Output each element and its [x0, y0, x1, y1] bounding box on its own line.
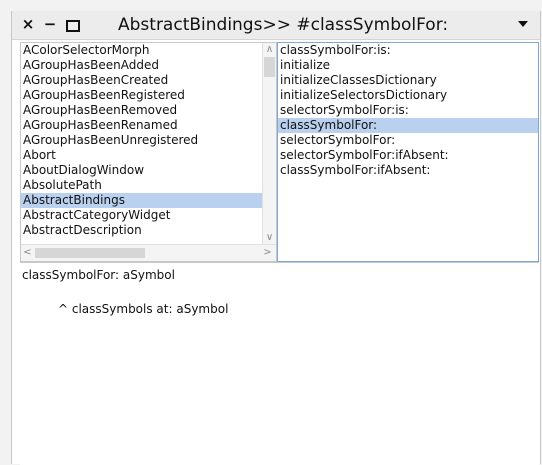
method-list-item[interactable]: initializeClassesDictionary — [278, 73, 538, 88]
class-list-item[interactable]: Abort — [21, 148, 264, 163]
method-signature[interactable]: classSymbolFor: aSymbol — [22, 268, 175, 282]
method-body[interactable]: ^ classSymbols at: aSymbol — [58, 302, 228, 316]
class-list-item[interactable]: AGroupHasBeenRegistered — [21, 88, 264, 103]
title-bar[interactable]: × − AbstractBindings>> #classSymbolFor: — [12, 11, 540, 40]
class-list-item[interactable]: AGroupHasBeenRenamed — [21, 118, 264, 133]
class-list[interactable]: AColorSelectorMorph AGroupHasBeenAdded AGr… — [21, 43, 264, 238]
code-editor[interactable]: classSymbolFor: aSymbol ^ classSymbols a… — [20, 262, 539, 465]
method-list-item[interactable]: selectorSymbolFor:is: — [278, 103, 538, 118]
method-list-item[interactable]: initialize — [278, 58, 538, 73]
class-list-item[interactable]: AColorSelectorMorph — [21, 43, 264, 58]
method-list-pane[interactable]: classSymbolFor:is: initialize initializeCl… — [277, 42, 539, 262]
class-list-item[interactable]: AbstractBindings — [21, 193, 264, 208]
method-list-item[interactable]: selectorSymbolFor:ifAbsent: — [278, 148, 538, 163]
class-list-item[interactable]: AGroupHasBeenCreated — [21, 73, 264, 88]
class-list-item[interactable]: AbsolutePath — [21, 178, 264, 193]
class-list-item[interactable]: AbstractDescription — [21, 223, 264, 238]
method-list-item[interactable]: classSymbolFor: — [278, 118, 538, 133]
method-list-item[interactable]: classSymbolFor:ifAbsent: — [278, 163, 538, 178]
scroll-left-icon[interactable]: < — [21, 248, 34, 258]
class-list-item[interactable]: AGroupHasBeenRemoved — [21, 103, 264, 118]
browser-window: × − AbstractBindings>> #classSymbolFor: … — [11, 11, 541, 465]
class-list-horizontal-scrollbar[interactable]: < > — [21, 244, 276, 261]
class-list-item[interactable]: AGroupHasBeenAdded — [21, 58, 264, 73]
class-list-item[interactable]: AboutDialogWindow — [21, 163, 264, 178]
method-list[interactable]: classSymbolFor:is: initialize initializeCl… — [278, 43, 538, 178]
minimize-icon[interactable]: − — [43, 14, 57, 34]
class-list-vertical-scrollbar[interactable]: ∧ ∨ — [262, 43, 276, 245]
class-list-pane[interactable]: AColorSelectorMorph AGroupHasBeenAdded AGr… — [20, 42, 277, 262]
window-title: AbstractBindings>> #classSymbolFor: — [118, 15, 449, 35]
class-list-item[interactable]: AGroupHasBeenUnregistered — [21, 133, 264, 148]
class-list-item[interactable]: AbstractCategoryWidget — [21, 208, 264, 223]
method-list-item[interactable]: selectorSymbolFor: — [278, 133, 538, 148]
scroll-down-icon[interactable]: ∨ — [263, 233, 276, 243]
scrollbar-thumb[interactable] — [264, 57, 275, 77]
method-list-item[interactable]: classSymbolFor:is: — [278, 43, 538, 58]
maximize-icon[interactable] — [66, 20, 80, 32]
window-menu-icon[interactable] — [518, 21, 528, 27]
scroll-up-icon[interactable]: ∧ — [263, 45, 276, 55]
scrollbar-thumb[interactable] — [35, 248, 145, 258]
method-list-item[interactable]: initializeSelectorsDictionary — [278, 88, 538, 103]
close-icon[interactable]: × — [21, 14, 35, 34]
scroll-right-icon[interactable]: > — [261, 248, 274, 258]
